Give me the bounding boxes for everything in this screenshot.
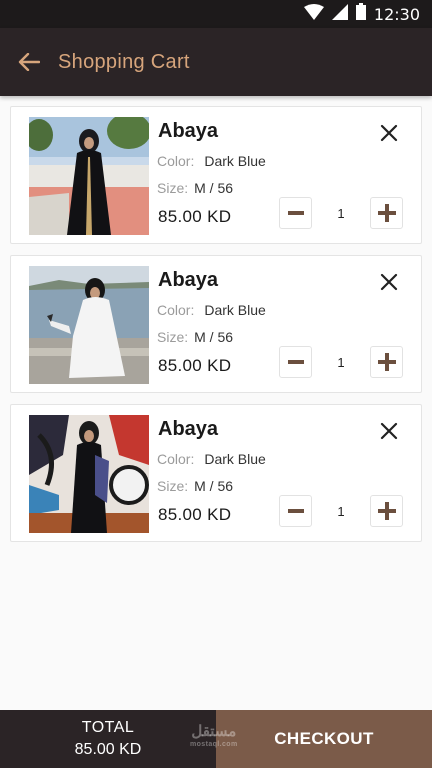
product-color: Color: Dark Blue (157, 153, 266, 169)
quantity-value: 1 (337, 503, 345, 519)
size-value: M / 56 (194, 478, 234, 494)
cart-item: Abaya Color: Dark Blue Size: M / 56 85.00 … (10, 106, 422, 244)
minus-icon (287, 211, 304, 215)
plus-icon (377, 353, 396, 371)
product-image[interactable] (29, 117, 149, 235)
checkout-button[interactable]: مستقل mostaql.com CHECKOUT (190, 710, 432, 768)
plus-icon (377, 502, 396, 520)
watermark-text: مستقل (191, 723, 237, 740)
cart-item: Abaya Color: Dark Blue Size: M / 56 85.00 … (10, 255, 422, 393)
increase-quantity-button[interactable] (370, 495, 403, 527)
color-value: Dark Blue (204, 451, 266, 467)
checkout-bar: TOTAL 85.00 KD مستقل mostaql.com CHECKOUT (0, 710, 432, 768)
size-label: Size: (157, 478, 189, 494)
product-name: Abaya (158, 418, 219, 440)
product-price: 85.00 KD (158, 207, 232, 226)
watermark-subtext: mostaql.com (190, 741, 238, 748)
size-label: Size: (157, 180, 189, 196)
remove-item-button[interactable] (379, 123, 399, 143)
quantity-stepper: 1 (279, 346, 403, 378)
order-total: TOTAL 85.00 KD (0, 710, 216, 768)
quantity-value: 1 (337, 354, 345, 370)
quantity-stepper: 1 (279, 495, 403, 527)
battery-icon (355, 3, 366, 25)
minus-icon (287, 509, 304, 513)
wifi-icon (303, 3, 324, 25)
product-color: Color: Dark Blue (157, 451, 266, 467)
product-price: 85.00 KD (158, 505, 232, 524)
remove-item-button[interactable] (379, 421, 399, 441)
cart-list: Abaya Color: Dark Blue Size: M / 56 85.00 … (10, 106, 422, 553)
increase-quantity-button[interactable] (370, 346, 403, 378)
decrease-quantity-button[interactable] (279, 346, 312, 378)
minus-icon (287, 360, 304, 364)
product-price: 85.00 KD (158, 356, 232, 375)
close-icon (380, 124, 398, 142)
decrease-quantity-button[interactable] (279, 197, 312, 229)
decrease-quantity-button[interactable] (279, 495, 312, 527)
color-value: Dark Blue (204, 153, 266, 169)
product-size: Size: M / 56 (157, 478, 233, 494)
total-value: 85.00 KD (74, 741, 142, 758)
product-name: Abaya (158, 120, 219, 142)
color-label: Color: (157, 451, 195, 467)
color-value: Dark Blue (204, 302, 266, 318)
color-label: Color: (157, 302, 195, 318)
product-size: Size: M / 56 (157, 180, 233, 196)
product-color: Color: Dark Blue (157, 302, 266, 318)
size-value: M / 56 (194, 329, 234, 345)
quantity-stepper: 1 (279, 197, 403, 229)
size-label: Size: (157, 329, 189, 345)
quantity-value: 1 (337, 205, 345, 221)
checkout-label: CHECKOUT (274, 729, 374, 748)
product-image[interactable] (29, 415, 149, 533)
watermark: مستقل mostaql.com (190, 724, 238, 748)
cart-item: Abaya Color: Dark Blue Size: M / 56 85.00 … (10, 404, 422, 542)
product-image[interactable] (29, 266, 149, 384)
close-icon (380, 273, 398, 291)
size-value: M / 56 (194, 180, 234, 196)
product-size: Size: M / 56 (157, 329, 233, 345)
plus-icon (377, 204, 396, 222)
page-title: Shopping Cart (58, 50, 190, 73)
status-time: 12:30 (373, 4, 420, 24)
remove-item-button[interactable] (379, 272, 399, 292)
increase-quantity-button[interactable] (370, 197, 403, 229)
product-name: Abaya (158, 269, 219, 291)
app-bar: Shopping Cart (0, 28, 432, 96)
status-bar: 12:30 (0, 0, 432, 28)
close-icon (380, 422, 398, 440)
back-arrow-icon[interactable] (18, 50, 42, 74)
total-label: TOTAL (81, 719, 135, 736)
signal-icon (331, 3, 348, 25)
color-label: Color: (157, 153, 195, 169)
